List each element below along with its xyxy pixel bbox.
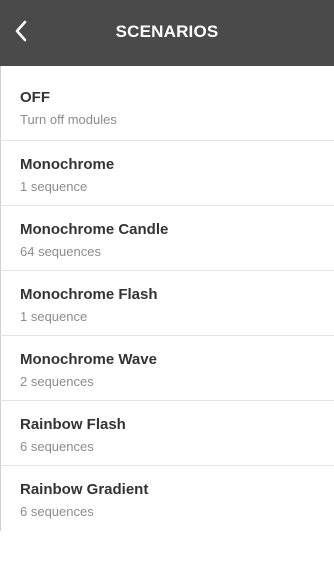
list-item-monochrome-flash[interactable]: Monochrome Flash 1 sequence (0, 271, 334, 336)
scenario-subtitle: 1 sequence (20, 309, 88, 324)
scenario-title: Monochrome (20, 156, 115, 173)
scenario-title: OFF (20, 89, 50, 106)
scenario-title: Rainbow Flash (20, 416, 126, 433)
scenario-subtitle: 2 sequences (20, 374, 94, 389)
list-item-monochrome[interactable]: Monochrome 1 sequence (0, 141, 334, 206)
list-divider (0, 336, 1, 400)
list-divider (0, 66, 1, 140)
scenario-subtitle: 64 sequences (20, 244, 101, 259)
list-item-monochrome-candle[interactable]: Monochrome Candle 64 sequences (0, 206, 334, 271)
scenario-title: Monochrome Wave (20, 351, 157, 368)
scenario-list: OFF Turn off modules Monochrome 1 sequen… (0, 66, 334, 531)
scenario-title: Monochrome Flash (20, 286, 158, 303)
list-divider (0, 271, 1, 335)
page-title: SCENARIOS (115, 22, 219, 41)
list-divider (0, 206, 1, 270)
scenario-subtitle: 6 sequences (20, 504, 94, 519)
list-item-rainbow-gradient[interactable]: Rainbow Gradient 6 sequences (0, 466, 334, 531)
list-divider (0, 141, 1, 205)
list-item-monochrome-wave[interactable]: Monochrome Wave 2 sequences (0, 336, 334, 401)
scenario-subtitle: 1 sequence (20, 179, 88, 194)
list-item-rainbow-flash[interactable]: Rainbow Flash 6 sequences (0, 401, 334, 466)
list-divider (0, 466, 1, 531)
scenario-title: Rainbow Gradient (20, 481, 149, 498)
scenario-subtitle: Turn off modules (20, 112, 117, 127)
list-divider (0, 401, 1, 465)
app-header: SCENARIOS (0, 0, 334, 66)
scenario-title: Monochrome Candle (20, 221, 169, 238)
scenario-subtitle: 6 sequences (20, 439, 94, 454)
list-item-off[interactable]: OFF Turn off modules (0, 66, 334, 141)
